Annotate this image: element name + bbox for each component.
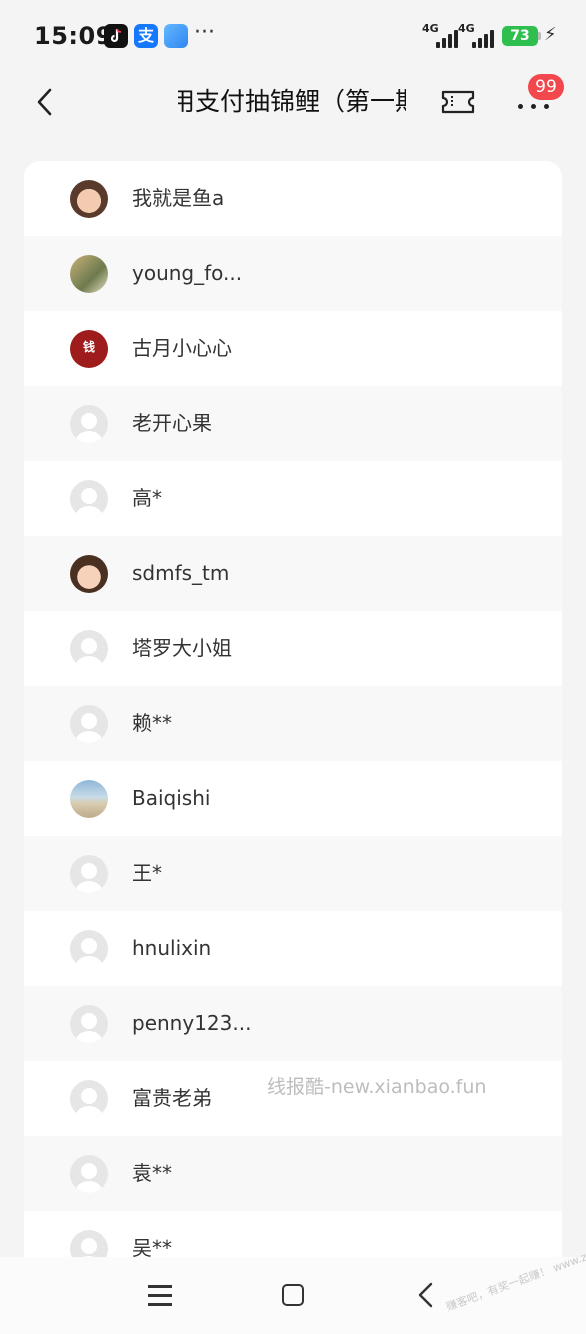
default-avatar-icon (70, 1080, 108, 1118)
username: 老开心果 (132, 411, 212, 435)
username: 我就是鱼a (132, 186, 225, 210)
status-bar: 15:09 支 ··· 4G 4G 73 ⚡ (0, 0, 586, 74)
back-button[interactable] (28, 84, 64, 120)
list-item[interactable]: 老开心果 (24, 386, 562, 461)
avatar (70, 180, 108, 218)
default-avatar-icon (70, 480, 108, 518)
username: 吴** (132, 1236, 172, 1260)
alipay-icon: 支 (134, 24, 158, 48)
list-item[interactable]: 袁** (24, 1136, 562, 1211)
network-type: 4G (422, 22, 439, 35)
page-title: 用支付抽锦鲤（第一期） (178, 87, 406, 116)
avatar (70, 255, 108, 293)
tiktok-icon (104, 24, 128, 48)
username: sdmfs_tm (132, 561, 230, 585)
list-item[interactable]: sdmfs_tm (24, 536, 562, 611)
watermark: 线报酷-new.xianbao.fun (267, 1076, 487, 1098)
default-avatar-icon (70, 930, 108, 968)
username: hnulixin (132, 936, 212, 960)
list-item[interactable]: Baiqishi (24, 761, 562, 836)
list-item[interactable]: 赖** (24, 686, 562, 761)
list-item[interactable]: 吴** (24, 1211, 562, 1261)
username: 高* (132, 486, 162, 510)
recent-apps-button[interactable] (148, 1285, 172, 1306)
chevron-left-icon (418, 1282, 433, 1308)
username: 袁** (132, 1161, 172, 1185)
notification-badge: 99 (528, 74, 564, 100)
avatar: 钱 (70, 330, 108, 368)
system-back-button[interactable] (414, 1281, 438, 1309)
username: Baiqishi (132, 786, 211, 810)
default-avatar-icon (70, 630, 108, 668)
list-item[interactable]: 我就是鱼a (24, 161, 562, 236)
avatar (70, 555, 108, 593)
list-item[interactable]: 塔罗大小姐 (24, 611, 562, 686)
username: 古月小心心 (132, 336, 232, 360)
network-type: 4G (458, 22, 475, 35)
username: 王* (132, 861, 162, 885)
charging-icon: ⚡ (544, 24, 557, 45)
default-avatar-icon (70, 1005, 108, 1043)
list-item[interactable]: 高* (24, 461, 562, 536)
list-item[interactable]: penny123... (24, 986, 562, 1061)
avatar (70, 780, 108, 818)
home-button[interactable] (282, 1284, 304, 1306)
ticket-button[interactable] (440, 88, 476, 116)
signal-strength-icon: 4G (422, 22, 458, 48)
chevron-left-icon (37, 88, 52, 116)
default-avatar-icon (70, 405, 108, 443)
username: penny123... (132, 1011, 252, 1035)
signal-strength-icon: 4G (458, 22, 494, 48)
default-avatar-icon (70, 855, 108, 893)
battery-level: 73 (502, 26, 538, 46)
list-item[interactable]: 钱 古月小心心 (24, 311, 562, 386)
username: 赖** (132, 711, 172, 735)
ticket-icon (441, 90, 475, 114)
username: 富贵老弟 (132, 1086, 212, 1110)
list-item[interactable]: 王* (24, 836, 562, 911)
cloud-app-icon (164, 24, 188, 48)
more-notifications-icon: ··· (194, 20, 215, 45)
list-item[interactable]: young_fo... (24, 236, 562, 311)
list-item[interactable]: hnulixin (24, 911, 562, 986)
default-avatar-icon (70, 1155, 108, 1193)
default-avatar-icon (70, 705, 108, 743)
username: young_fo... (132, 261, 243, 285)
clock: 15:09 (34, 22, 113, 50)
battery-icon (538, 32, 541, 40)
username: 塔罗大小姐 (132, 636, 232, 660)
